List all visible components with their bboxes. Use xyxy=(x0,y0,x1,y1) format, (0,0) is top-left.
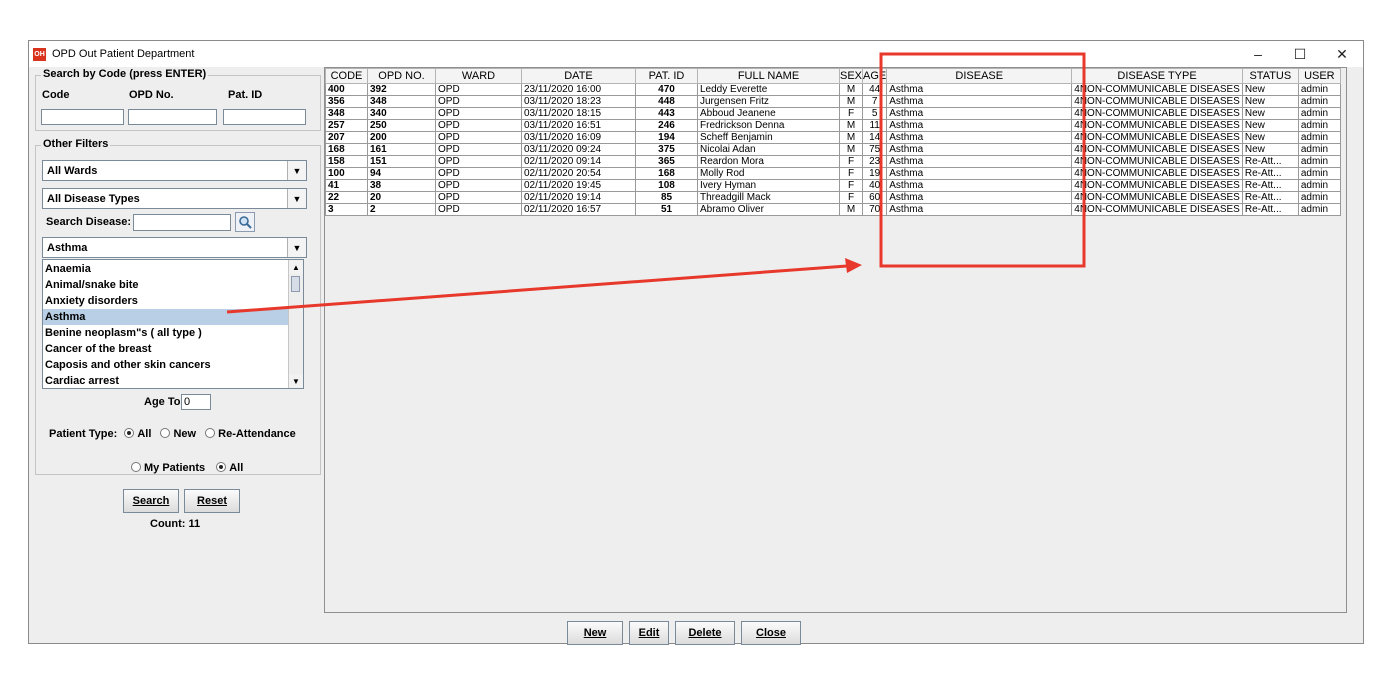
annotation-overlay xyxy=(226,52,1086,314)
annotation-arrow-line xyxy=(226,264,848,314)
annotation-highlight-box xyxy=(879,52,1086,268)
annotation-arrowhead-icon xyxy=(845,258,862,273)
